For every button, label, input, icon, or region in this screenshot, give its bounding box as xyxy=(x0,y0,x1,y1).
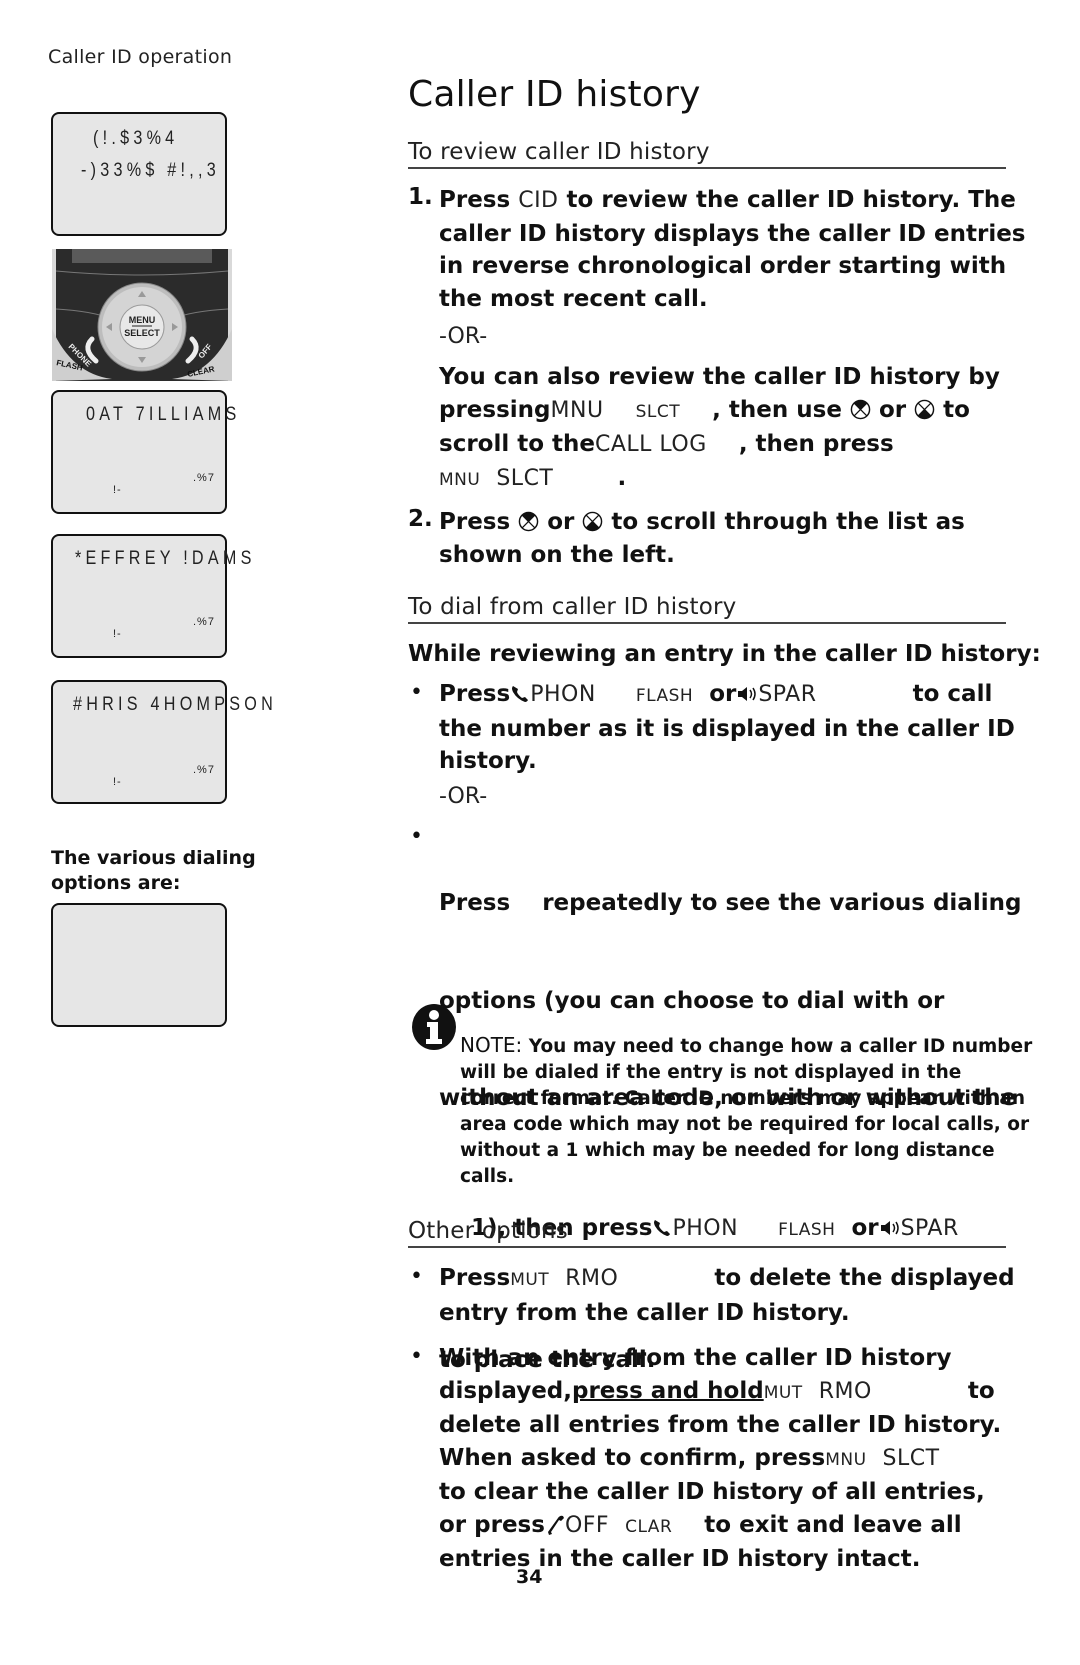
dial-intro: While reviewing an entry in the caller I… xyxy=(408,641,1041,667)
lcd-new-flag: .%7 xyxy=(193,616,215,628)
lcd-line-2: -)33%$ #!,,3 xyxy=(81,160,220,181)
speaker-icon xyxy=(738,687,757,701)
menu-key: MNU xyxy=(439,469,481,490)
lcd-caller-name: #HRIS 4HOMPSON xyxy=(73,694,277,715)
menu-key-label: MENU xyxy=(129,315,156,325)
remove-key: RMO xyxy=(818,1378,872,1404)
speaker-key: SPAR xyxy=(758,682,817,707)
lcd-new-flag: .%7 xyxy=(193,764,215,776)
scroll-up-icon xyxy=(583,511,603,532)
handset-image: MENU SELECT PHONE OFF FLASH CLEAR xyxy=(52,249,232,381)
lcd-screen-entry-2: *EFFREY !DAMS .%7 !- xyxy=(51,534,251,658)
bullet: • xyxy=(410,1344,423,1369)
remove-key: RMO xyxy=(565,1266,619,1291)
lcd-caller-name: *EFFREY !DAMS xyxy=(75,548,256,569)
select-key: SLCT xyxy=(882,1445,940,1471)
off-phone-icon xyxy=(547,1515,564,1535)
info-icon xyxy=(412,1004,456,1050)
dialing-options-caption: The various dialing options are: xyxy=(51,847,256,894)
lcd-screen-handset: (!.$3%4 -)33%$ #!,,3 xyxy=(51,112,227,236)
lcd-am-flag: !- xyxy=(113,776,122,788)
scroll-up-icon xyxy=(914,399,935,419)
or-separator: -OR- xyxy=(439,324,488,349)
page-title: Caller ID history xyxy=(408,74,701,115)
page-number: 34 xyxy=(516,1566,543,1588)
select-key-label: SELECT xyxy=(124,328,160,338)
step-number-1: 1. xyxy=(408,184,433,210)
mute-key: MUT xyxy=(510,1270,550,1290)
off-key: OFF xyxy=(564,1512,610,1538)
section-heading-review: To review caller ID history xyxy=(408,139,1006,169)
note-text: NOTE: You may need to change how a calle… xyxy=(460,1033,1033,1187)
scroll-down-icon xyxy=(850,399,871,419)
lcd-am-flag: !- xyxy=(113,484,122,496)
other-bullet-1: PressMUT RMO to delete the displayed ent… xyxy=(439,1265,1015,1326)
step-1-text: Press CID to review the caller ID histor… xyxy=(439,187,1026,312)
lcd-screen-dialing-options xyxy=(51,903,227,1027)
phone-key: PHON xyxy=(530,682,596,707)
bullet: • xyxy=(410,1264,423,1289)
section-heading-other-options: Other options xyxy=(408,1218,1006,1248)
lcd-line-1: (!.$3%4 xyxy=(93,128,179,149)
clear-key: CLAR xyxy=(625,1516,673,1537)
select-key: SLCT xyxy=(635,401,681,422)
running-head: Caller ID operation xyxy=(48,46,233,68)
select-key: SLCT xyxy=(496,465,554,491)
lcd-new-flag: .%7 xyxy=(193,472,215,484)
handset-illustration: MENU SELECT PHONE OFF FLASH CLEAR xyxy=(52,249,232,381)
bullet: • xyxy=(410,680,423,705)
menu-key: MNU xyxy=(550,397,604,423)
dial-bullet-1: Press PHON FLASH or SPAR to call the numbe… xyxy=(439,681,1015,774)
scroll-down-icon xyxy=(518,511,539,532)
flash-key: FLASH xyxy=(635,686,694,706)
lcd-screen-entry-1: 0AT 7ILLIAMS .%7 !- xyxy=(51,390,236,514)
step-1-alternative: You can also review the caller ID histor… xyxy=(439,364,1000,491)
step-number-2: 2. xyxy=(408,506,433,532)
lcd-caller-name: 0AT 7ILLIAMS xyxy=(86,404,241,425)
mute-key: MUT xyxy=(763,1382,803,1403)
section-heading-dial: To dial from caller ID history xyxy=(408,594,1006,624)
call-log-menu-item: CALL LOG xyxy=(595,432,707,457)
phone-icon xyxy=(512,686,529,702)
lcd-am-flag: !- xyxy=(113,628,122,640)
lcd-screen-entry-3: #HRIS 4HOMPSON .%7 !- xyxy=(51,680,273,804)
or-separator: -OR- xyxy=(439,784,488,809)
note-label: NOTE: xyxy=(460,1033,523,1057)
bullet: • xyxy=(410,824,423,849)
step-2-text: Press or to scroll through the list as s… xyxy=(439,509,965,568)
menu-key: MNU xyxy=(825,1449,867,1470)
cid-key: CID xyxy=(518,188,559,213)
other-bullet-2: With an entry from the caller ID history… xyxy=(439,1345,1002,1572)
